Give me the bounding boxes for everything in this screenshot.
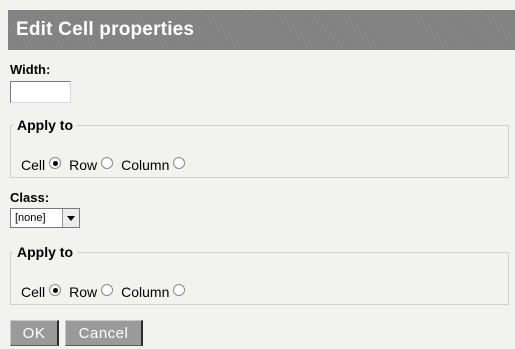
class-apply-row-radio[interactable]: [101, 284, 114, 296]
width-apply-column-label: Column: [121, 157, 170, 173]
width-apply-row-radio[interactable]: [101, 157, 114, 169]
width-input[interactable]: [10, 81, 71, 103]
width-apply-cell-radio[interactable]: [49, 157, 62, 169]
class-apply-to-group: Apply to Cell Row Column: [10, 244, 509, 305]
width-apply-column-radio[interactable]: [173, 157, 186, 169]
class-apply-cell-label: Cell: [21, 284, 46, 300]
width-apply-row-label: Row: [69, 157, 98, 173]
class-select[interactable]: [none]: [10, 208, 80, 228]
class-apply-options: Cell Row Column: [21, 284, 193, 300]
class-label: Class:: [10, 190, 50, 205]
dialog-title-bar: Edit Cell properties: [8, 10, 515, 50]
class-apply-row-label: Row: [69, 284, 98, 300]
ok-button[interactable]: OK: [10, 320, 59, 346]
width-apply-options: Cell Row Column: [21, 157, 193, 173]
cancel-button[interactable]: Cancel: [65, 320, 143, 346]
dialog-body: Width: Apply to Cell Row Column Class: […: [8, 50, 515, 349]
class-select-value: [none]: [15, 212, 46, 224]
width-apply-to-group: Apply to Cell Row Column: [10, 117, 509, 178]
class-apply-cell-radio[interactable]: [49, 284, 62, 296]
dialog-title: Edit Cell properties: [16, 19, 195, 40]
class-apply-column-radio[interactable]: [173, 284, 186, 296]
class-apply-column-label: Column: [121, 284, 170, 300]
chevron-down-icon[interactable]: [62, 209, 79, 227]
width-apply-cell-label: Cell: [21, 157, 46, 173]
width-apply-to-legend: Apply to: [17, 117, 73, 133]
class-apply-to-legend: Apply to: [17, 244, 73, 260]
width-label: Width:: [10, 62, 51, 77]
